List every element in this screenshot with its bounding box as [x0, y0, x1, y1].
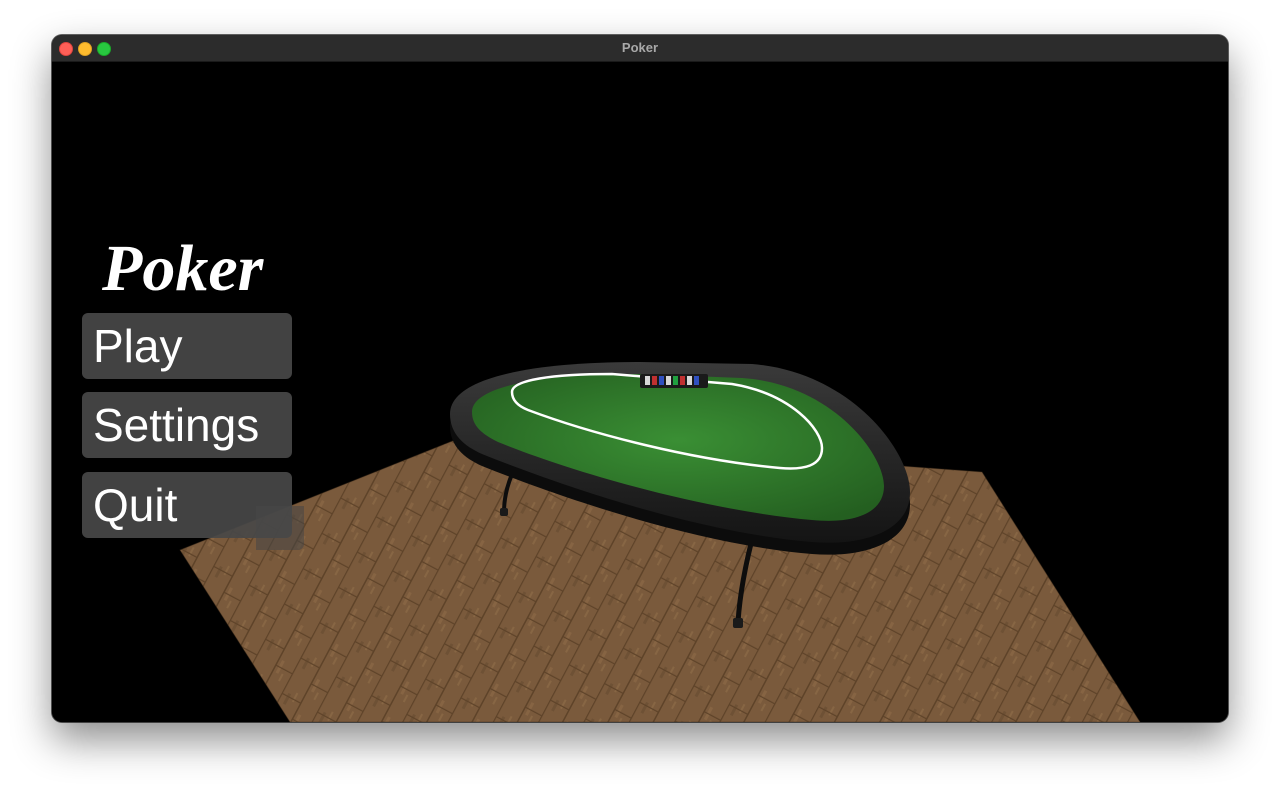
app-window: Poker Poker Play Settings Quit — [52, 35, 1228, 722]
game-title: Poker — [102, 232, 264, 305]
game-viewport[interactable]: Poker Play Settings Quit — [52, 62, 1228, 722]
window-title: Poker — [621, 40, 659, 55]
quit-button[interactable]: Quit — [82, 472, 292, 538]
title-bar: Poker — [52, 35, 1228, 62]
play-button[interactable]: Play — [82, 313, 292, 379]
settings-button[interactable]: Settings — [82, 392, 292, 458]
